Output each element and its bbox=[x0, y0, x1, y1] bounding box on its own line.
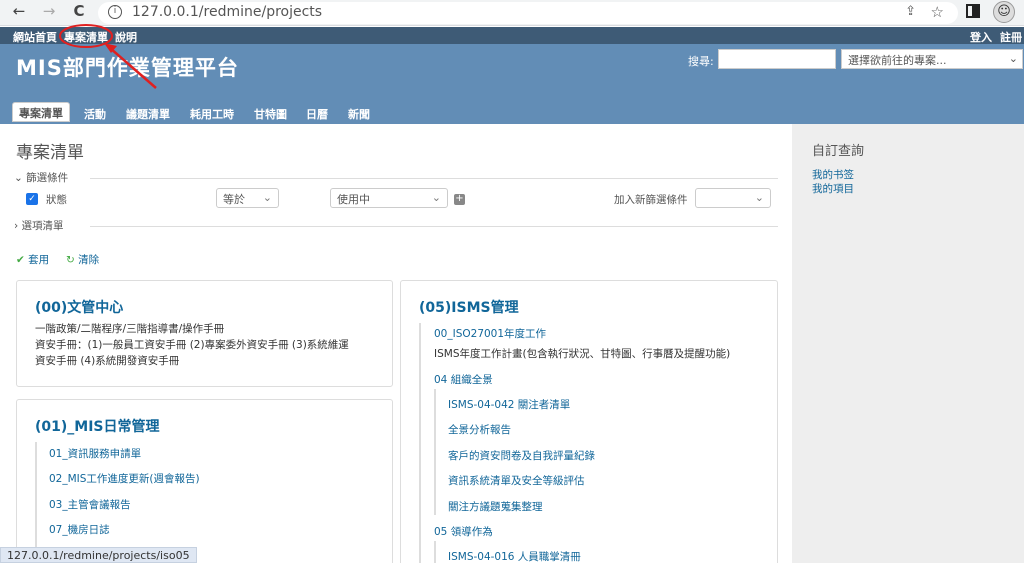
tab-calendar[interactable]: 日曆 bbox=[298, 102, 336, 124]
options-legend[interactable]: › 選項清單 bbox=[14, 218, 64, 233]
subproject-link[interactable]: 05 領導作為 bbox=[434, 524, 493, 539]
subproject-link[interactable]: ISMS-04-016 人員職掌清冊 bbox=[448, 549, 581, 563]
tab-news[interactable]: 新聞 bbox=[340, 102, 378, 124]
chevron-down-icon: ⌄ bbox=[754, 191, 764, 204]
project-jump-select[interactable]: 選擇欲前往的專案... ⌄ bbox=[841, 49, 1023, 69]
tab-gantt[interactable]: 甘特圖 bbox=[246, 102, 295, 124]
project-jump-value: 選擇欲前往的專案... bbox=[848, 54, 947, 67]
subproject-link[interactable]: 客戶的資安問卷及自我評量紀錄 bbox=[448, 448, 595, 463]
subproject-link[interactable]: 關注方議題蒐集整理 bbox=[448, 499, 543, 514]
project-box: (01)_MIS日常管理 01_資訊服務申請單 02_MIS工作進度更新(週會報… bbox=[16, 399, 393, 563]
sidebar-link-bookmarks[interactable]: 我的书签 bbox=[812, 167, 854, 182]
plus-icon[interactable]: + bbox=[454, 194, 465, 205]
project-title[interactable]: (01)_MIS日常管理 bbox=[35, 416, 160, 436]
filters-legend[interactable]: ⌄ 篩選條件 bbox=[14, 170, 68, 185]
project-box: (00)文管中心 一階政策/二階程序/三階指導書/操作手冊 資安手冊：(1)一般… bbox=[16, 280, 393, 387]
search-input[interactable] bbox=[718, 49, 836, 69]
status-value-select[interactable]: 使用中 ⌄ bbox=[330, 188, 448, 208]
bookmark-star-icon[interactable]: ☆ bbox=[931, 3, 944, 21]
reload-icon[interactable]: C bbox=[68, 2, 90, 20]
site-info-icon[interactable]: i bbox=[108, 5, 122, 19]
chevron-down-icon: ⌄ bbox=[431, 191, 441, 204]
divider bbox=[90, 178, 778, 179]
subproject-link[interactable]: 04 組織全景 bbox=[434, 372, 493, 387]
tree-line bbox=[35, 442, 37, 552]
profile-avatar[interactable]: ☺ bbox=[993, 1, 1015, 23]
tab-projects[interactable]: 專案清單 bbox=[12, 102, 70, 122]
reload-icon: ↻ bbox=[66, 254, 75, 266]
browser-toolbar: ← → C i 127.0.0.1/redmine/projects ⇪ ☆ ☺ bbox=[0, 0, 1024, 26]
status-filter-label: 狀態 bbox=[46, 194, 67, 206]
top-menu-projects[interactable]: 專案清單 bbox=[64, 29, 108, 45]
status-filter-checkbox[interactable]: ✓ bbox=[26, 193, 38, 205]
back-icon[interactable]: ← bbox=[8, 2, 30, 20]
register-link[interactable]: 註冊 bbox=[1000, 29, 1022, 45]
login-link[interactable]: 登入 bbox=[970, 29, 992, 45]
subproject-link[interactable]: 02_MIS工作進度更新(週會報告) bbox=[49, 471, 200, 486]
subproject-link[interactable]: 資訊系統清單及安全等級評估 bbox=[448, 473, 585, 488]
subproject-link[interactable]: 07_機房日誌 bbox=[49, 522, 110, 537]
project-description: 一階政策/二階程序/三階指導書/操作手冊 資安手冊：(1)一般員工資安手冊 (2… bbox=[35, 323, 349, 367]
forward-icon[interactable]: → bbox=[38, 2, 60, 20]
top-menu-help[interactable]: 說明 bbox=[115, 29, 137, 45]
sidebar-title: 自訂查詢 bbox=[812, 144, 865, 159]
page-title: 專案清單 bbox=[16, 143, 84, 163]
tree-line bbox=[434, 541, 436, 563]
tree-line bbox=[419, 323, 421, 563]
clear-button[interactable]: ↻ 清除 bbox=[66, 252, 99, 267]
tab-time-entries[interactable]: 耗用工時 bbox=[182, 102, 242, 124]
check-icon: ✔ bbox=[16, 254, 25, 266]
address-bar[interactable]: i 127.0.0.1/redmine/projects ⇪ ☆ bbox=[98, 2, 958, 24]
sidebar: 自訂查詢 我的书签 我的項目 bbox=[792, 124, 1024, 563]
status-bar-url: 127.0.0.1/redmine/projects/iso05 bbox=[0, 547, 197, 563]
share-icon[interactable]: ⇪ bbox=[905, 4, 916, 19]
subproject-link[interactable]: ISMS-04-042 關注者清單 bbox=[448, 397, 570, 412]
project-title[interactable]: (00)文管中心 bbox=[35, 297, 123, 317]
add-filter-label: 加入新篩選條件 bbox=[614, 194, 688, 206]
site-title: MIS部門作業管理平台 bbox=[16, 56, 239, 80]
divider bbox=[90, 226, 778, 227]
subproject-link[interactable]: 03_主管會議報告 bbox=[49, 497, 131, 512]
address-url[interactable]: 127.0.0.1/redmine/projects bbox=[132, 4, 322, 20]
chevron-right-icon: › bbox=[14, 220, 22, 232]
top-menu: 網站首頁 專案清單 說明 登入 註冊 bbox=[0, 27, 1024, 44]
operator-select[interactable]: 等於 ⌄ bbox=[216, 188, 279, 208]
chevron-down-icon: ⌄ bbox=[262, 191, 272, 204]
sidebar-link-my-projects[interactable]: 我的項目 bbox=[812, 181, 854, 196]
search-label: 搜尋: bbox=[688, 55, 714, 68]
tab-activity[interactable]: 活動 bbox=[76, 102, 114, 124]
apply-button[interactable]: ✔ 套用 bbox=[16, 252, 49, 267]
project-box: (05)ISMS管理 00_ISO27001年度工作 ISMS年度工作計畫(包含… bbox=[400, 280, 778, 563]
project-title[interactable]: (05)ISMS管理 bbox=[419, 297, 519, 317]
chevron-down-icon: ⌄ bbox=[14, 172, 27, 184]
tree-line bbox=[434, 389, 436, 515]
add-filter-select[interactable]: ⌄ bbox=[695, 188, 771, 208]
subproject-description: ISMS年度工作計畫(包含執行狀況、甘特圖、行事曆及提醒功能) bbox=[434, 348, 731, 360]
subproject-link[interactable]: 全景分析報告 bbox=[448, 422, 511, 437]
subproject-link[interactable]: 00_ISO27001年度工作 bbox=[434, 326, 546, 341]
side-panel-icon[interactable] bbox=[966, 4, 980, 18]
chevron-down-icon: ⌄ bbox=[1008, 52, 1018, 65]
top-menu-home[interactable]: 網站首頁 bbox=[13, 29, 57, 45]
subproject-link[interactable]: 01_資訊服務申請單 bbox=[49, 446, 141, 461]
tab-issues[interactable]: 議題清單 bbox=[118, 102, 178, 124]
main-content: 專案清單 ⌄ 篩選條件 ✓ 狀態 等於 ⌄ 使用中 ⌄ + 加入新篩選條件 ⌄ › … bbox=[0, 124, 792, 563]
